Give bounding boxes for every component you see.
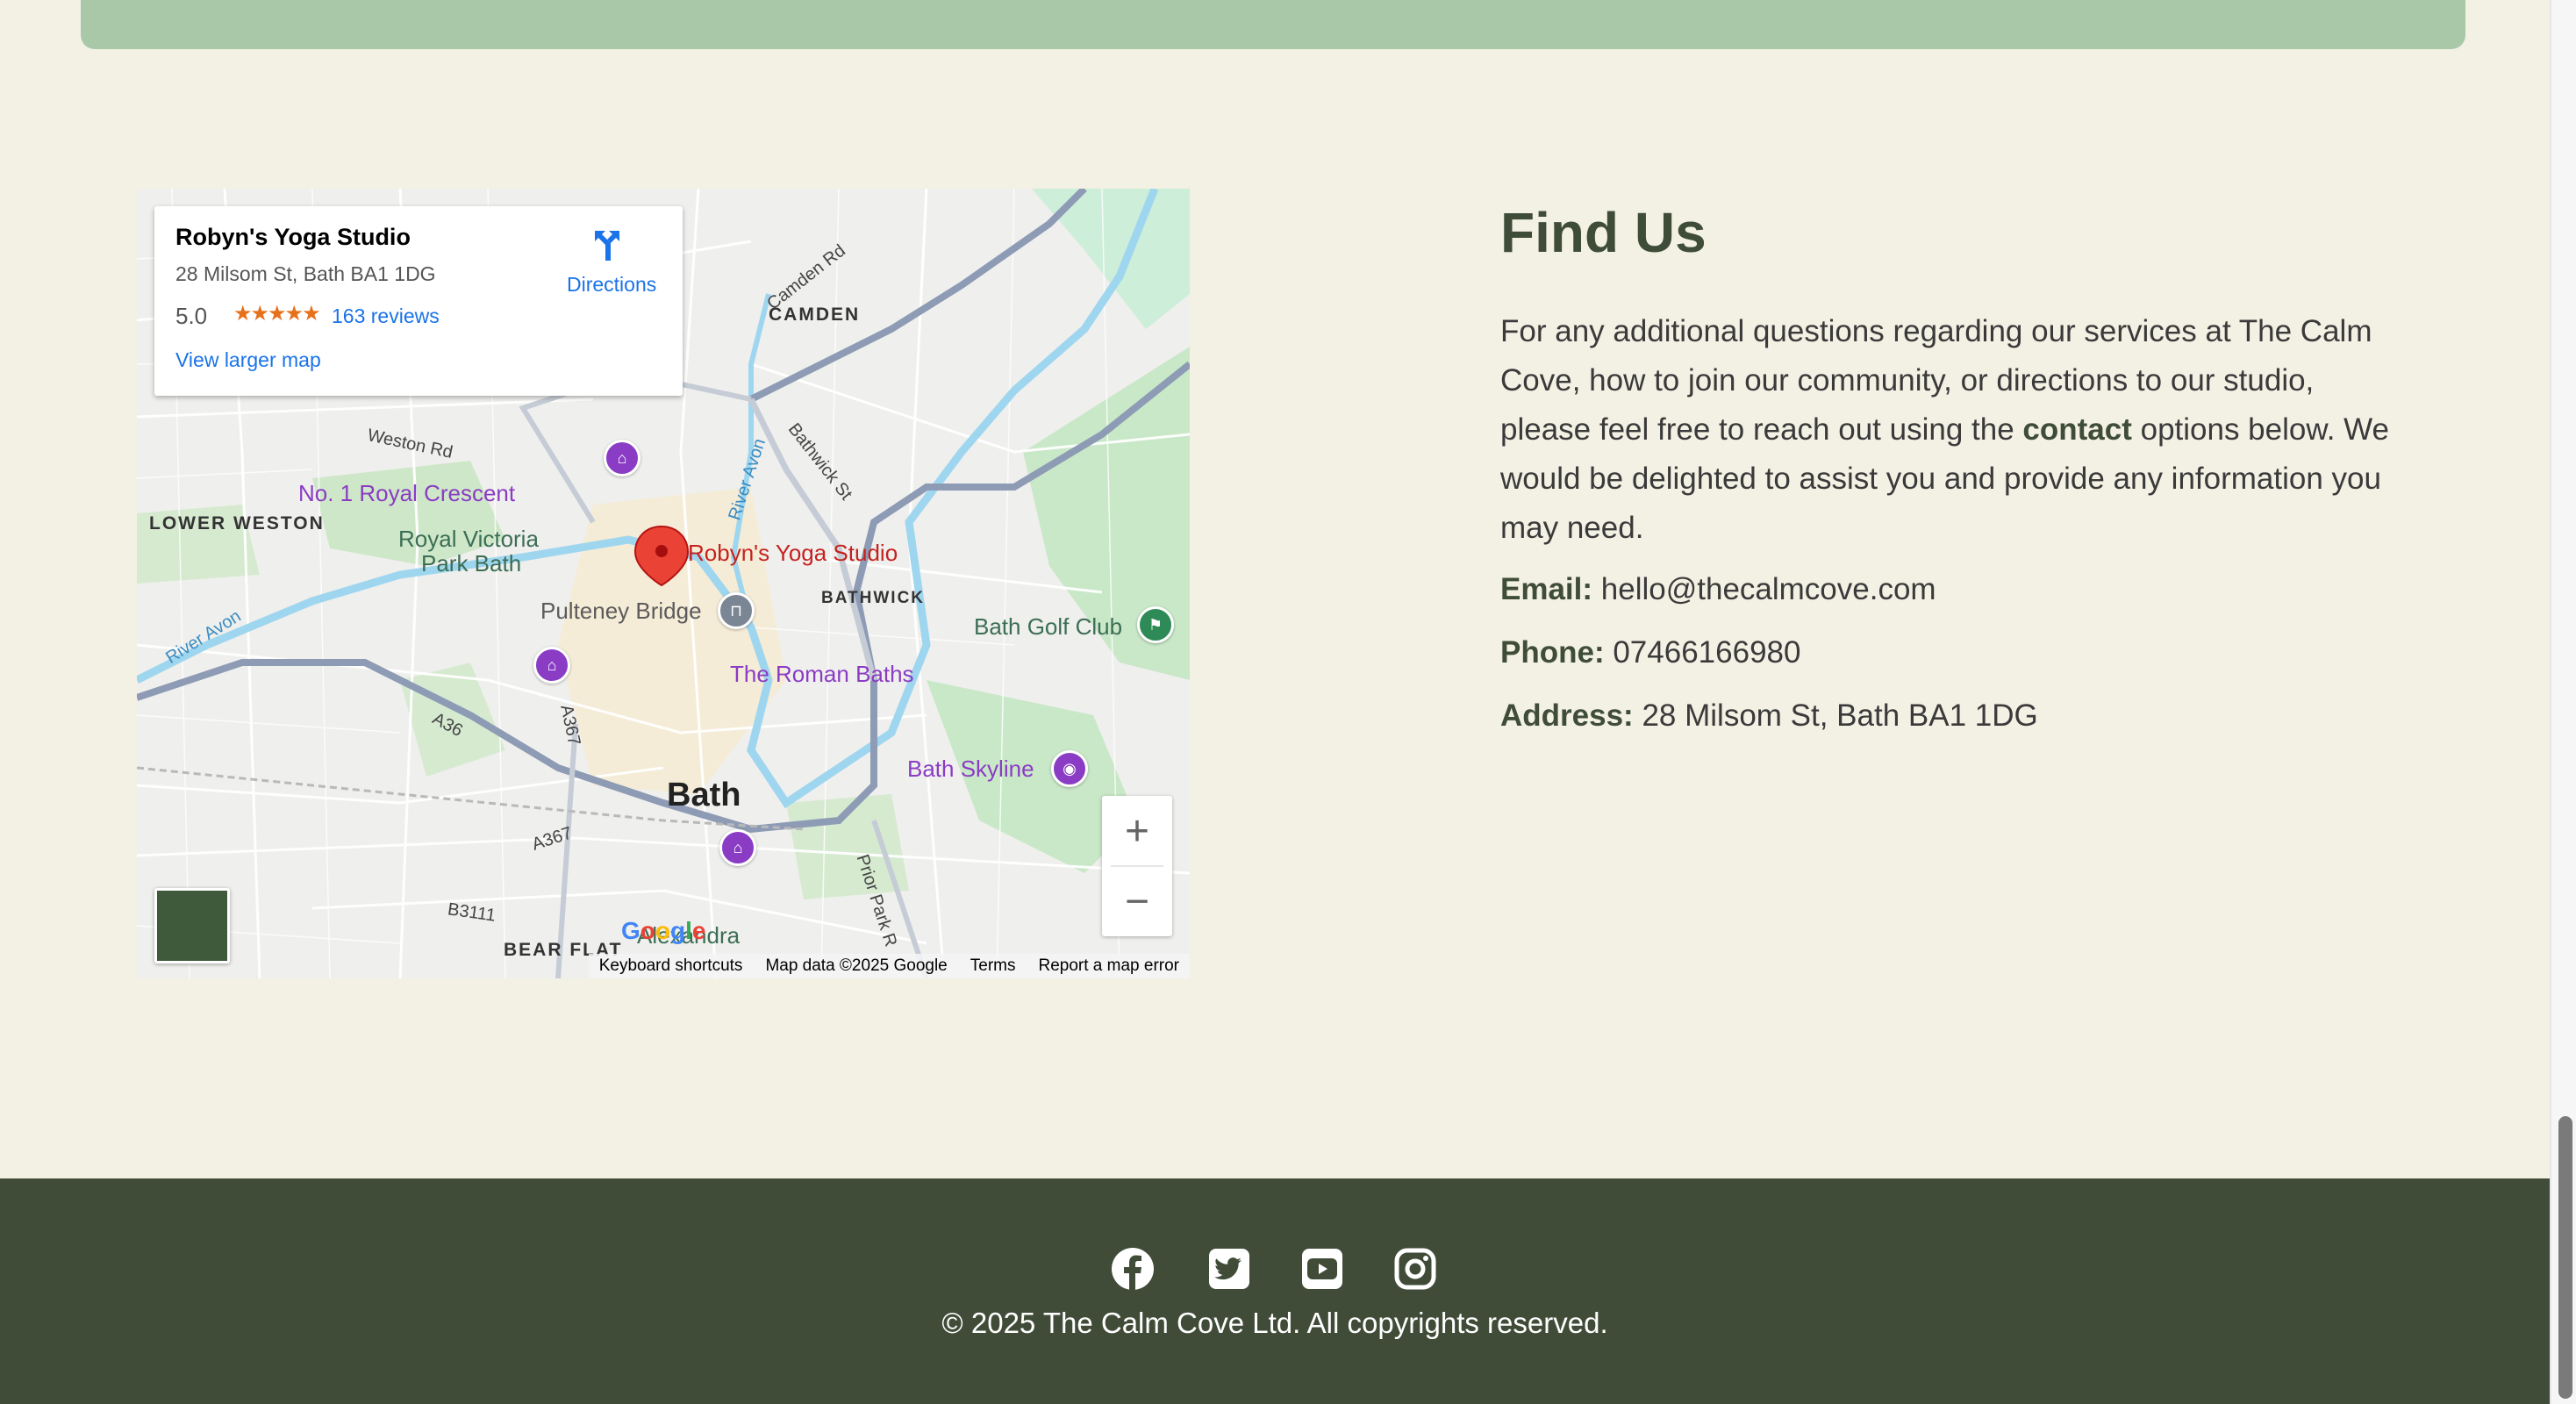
reviews-link[interactable]: 163 reviews: [332, 304, 440, 328]
museum-marker-icon[interactable]: ⌂: [604, 440, 640, 476]
map-label-park-bath: Park Bath: [421, 550, 522, 577]
map-label-roman-baths: The Roman Baths: [730, 661, 914, 687]
find-us-heading: Find Us: [1500, 201, 1707, 264]
map-label-royal-victoria: Royal Victoria: [398, 526, 539, 552]
map-label-lower-weston: LOWER WESTON: [149, 513, 325, 534]
star-rating-icon: ★★★★★: [233, 302, 321, 326]
embedded-map[interactable]: ⌂ ⌂ ◉ ⊓ ⚑ ⌂ CAMDEN Camden Rd Weston Rd N…: [137, 189, 1190, 978]
copyright-text: © 2025 The Calm Cove Ltd. All copyrights…: [941, 1307, 1608, 1339]
camera-marker-icon[interactable]: ◉: [1051, 750, 1088, 787]
directions-icon[interactable]: [588, 226, 626, 264]
zoom-control: + −: [1102, 796, 1172, 936]
top-banner: [81, 0, 2465, 49]
instagram-icon[interactable]: [1392, 1245, 1439, 1293]
place-info-card: Robyn's Yoga Studio 28 Milsom St, Bath B…: [154, 206, 683, 396]
phone-label: Phone:: [1500, 635, 1605, 670]
place-address: 28 Milsom St, Bath BA1 1DG: [175, 262, 436, 285]
keyboard-shortcuts-link[interactable]: Keyboard shortcuts: [599, 956, 743, 976]
museum-marker-icon[interactable]: ⌂: [533, 647, 570, 684]
email-line: Email: hello@thecalmcove.com: [1500, 572, 1936, 607]
twitter-icon[interactable]: [1206, 1245, 1253, 1293]
map-label-bathwick: BATHWICK: [821, 589, 926, 607]
address-value: 28 Milsom St, Bath BA1 1DG: [1642, 698, 2038, 733]
scrollbar-thumb[interactable]: [2558, 1116, 2572, 1399]
map-label-pulteney: Pulteney Bridge: [540, 598, 702, 624]
map-pin-label[interactable]: Robyn's Yoga Studio: [688, 540, 898, 567]
address-line: Address: 28 Milsom St, Bath BA1 1DG: [1500, 698, 2038, 734]
youtube-icon[interactable]: [1299, 1245, 1346, 1293]
report-error-link[interactable]: Report a map error: [1038, 956, 1179, 976]
site-footer: © 2025 The Calm Cove Ltd. All copyrights…: [0, 1178, 2550, 1404]
map-attribution-bar: Keyboard shortcuts Map data ©2025 Google…: [588, 954, 1190, 978]
zoom-out-button[interactable]: −: [1102, 866, 1172, 936]
map-data-text: Map data ©2025 Google: [765, 956, 948, 975]
zoom-divider: [1111, 865, 1163, 867]
phone-value[interactable]: 07466166980: [1613, 635, 1800, 670]
email-label: Email:: [1500, 572, 1593, 606]
map-label-skyline: Bath Skyline: [907, 756, 1034, 782]
satellite-layer-button[interactable]: [154, 888, 230, 963]
map-label-royal-crescent: No. 1 Royal Crescent: [298, 480, 516, 506]
directions-link[interactable]: Directions: [567, 273, 656, 297]
view-larger-map-link[interactable]: View larger map: [175, 348, 321, 372]
google-logo: Google: [621, 917, 706, 944]
place-rating: 5.0: [175, 303, 208, 329]
page-scrollbar[interactable]: [2550, 0, 2576, 1404]
bridge-marker-icon[interactable]: ⊓: [718, 592, 755, 629]
golf-marker-icon[interactable]: ⚑: [1137, 606, 1174, 643]
find-us-body: For any additional questions regarding o…: [1500, 307, 2404, 553]
place-title: Robyn's Yoga Studio: [175, 224, 411, 250]
address-label: Address:: [1500, 698, 1634, 733]
facebook-icon[interactable]: [1109, 1245, 1156, 1293]
email-value[interactable]: hello@thecalmcove.com: [1601, 572, 1936, 606]
body-text-bold: contact: [2022, 412, 2132, 447]
map-label-golf: Bath Golf Club: [974, 613, 1123, 640]
map-label-bath: Bath: [667, 777, 741, 813]
terms-link[interactable]: Terms: [970, 956, 1016, 976]
zoom-in-button[interactable]: +: [1102, 796, 1172, 866]
landmark-marker-icon[interactable]: ⌂: [719, 829, 756, 866]
phone-line: Phone: 07466166980: [1500, 635, 1800, 670]
